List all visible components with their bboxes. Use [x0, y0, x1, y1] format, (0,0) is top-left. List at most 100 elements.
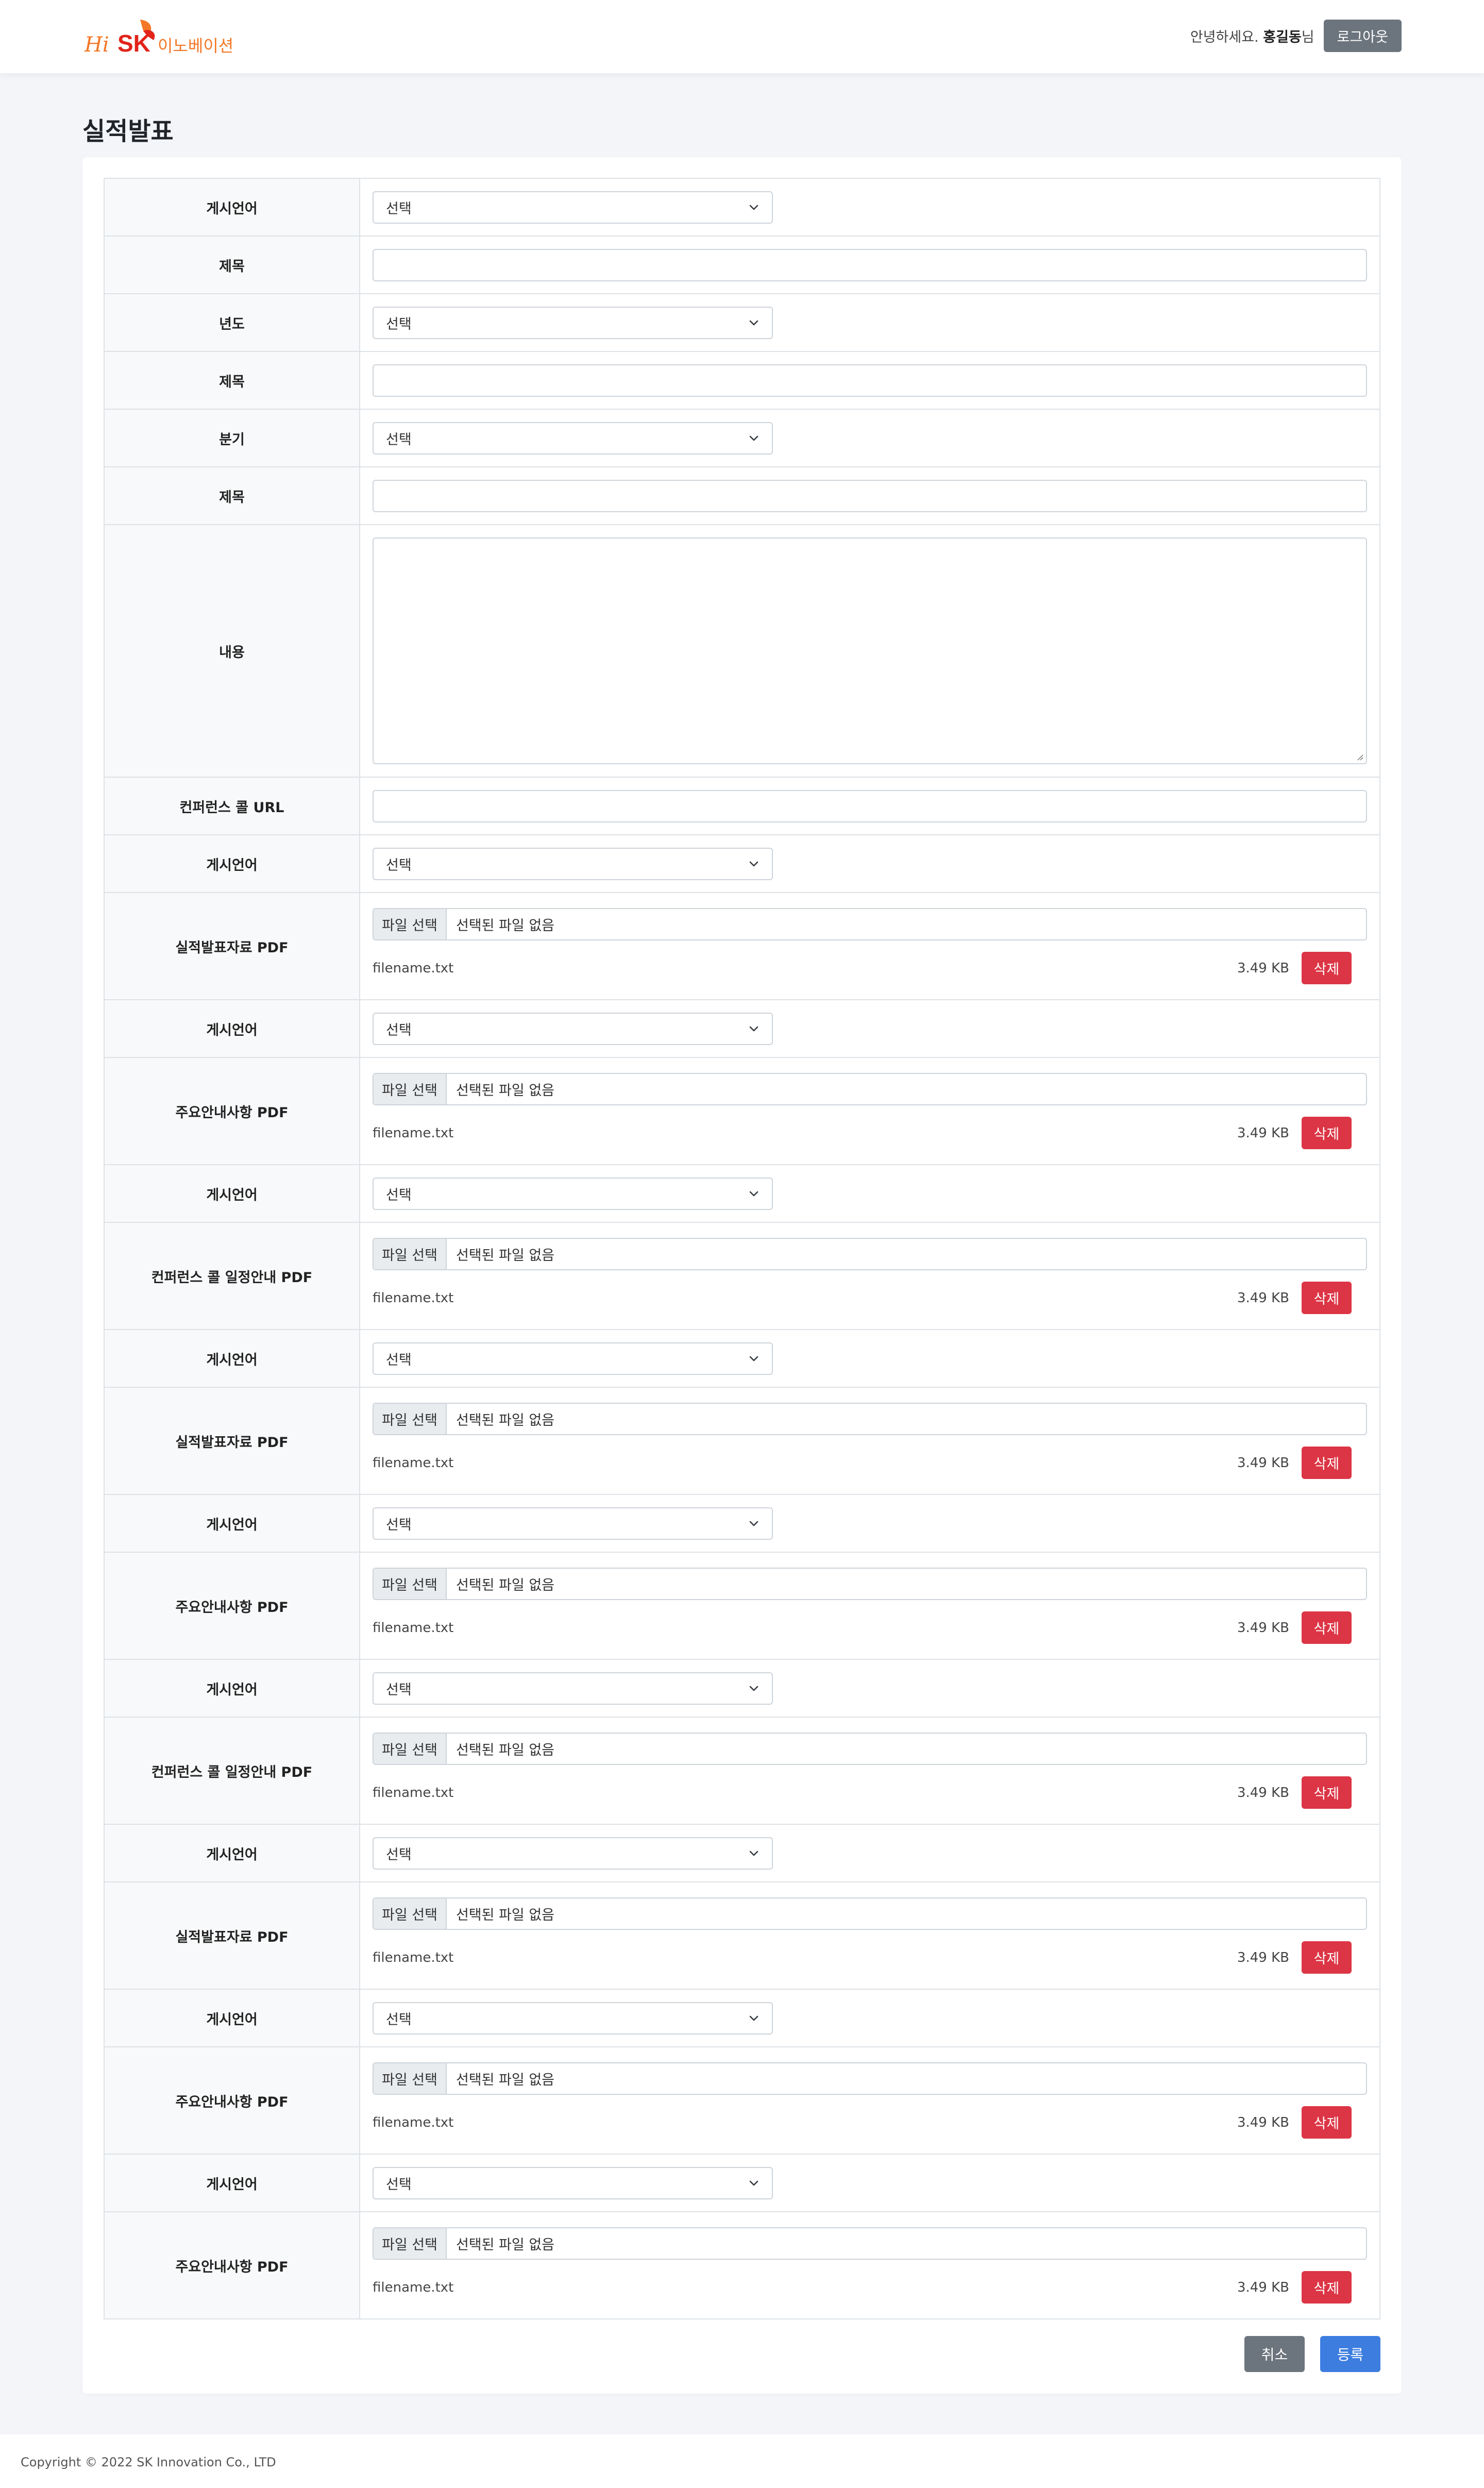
file-size: 3.49 KB	[1237, 1949, 1289, 1965]
field-label: 제목	[105, 237, 360, 293]
year-select[interactable]: 선택	[373, 306, 773, 339]
file-size: 3.49 KB	[1237, 960, 1289, 976]
resize-handle-icon[interactable]	[1355, 752, 1364, 761]
chevron-down-icon	[748, 2177, 760, 2189]
file-input[interactable]: 파일 선택 선택된 파일 없음	[373, 2062, 1367, 2095]
language-select[interactable]: 선택	[373, 1837, 773, 1870]
form-row-quarter: 분기 선택	[105, 410, 1379, 467]
chevron-down-icon	[748, 432, 760, 444]
language-select[interactable]: 선택	[373, 191, 773, 224]
greeting-text: 안녕하세요. 홍길동님	[1190, 29, 1314, 45]
choose-file-button[interactable]: 파일 선택	[374, 1074, 447, 1104]
file-name: filename.txt	[373, 2114, 454, 2130]
delete-file-button[interactable]: 삭제	[1302, 1941, 1352, 1974]
language-select[interactable]: 선택	[373, 2166, 773, 2199]
delete-file-button[interactable]: 삭제	[1302, 2106, 1352, 2139]
logout-button[interactable]: 로그아웃	[1323, 20, 1402, 52]
form-row-language: 게시언어 선택	[105, 179, 1379, 237]
sk-innovation-logo[interactable]: Hi SK 이노베이션	[82, 15, 237, 62]
language-select[interactable]: 선택	[373, 1342, 773, 1375]
cancel-button[interactable]: 취소	[1244, 2336, 1305, 2372]
title-input[interactable]	[373, 479, 1367, 512]
choose-file-button[interactable]: 파일 선택	[374, 1239, 447, 1269]
conference-url-input[interactable]	[373, 789, 1367, 822]
file-input[interactable]: 파일 선택 선택된 파일 없음	[373, 1897, 1367, 1930]
field-label: 컨퍼런스 콜 URL	[105, 778, 360, 834]
select-value: 선택	[386, 1517, 412, 1533]
form-row-title: 제목	[105, 352, 1379, 410]
form-row-language: 게시언어 선택	[105, 1495, 1379, 1553]
file-input[interactable]: 파일 선택 선택된 파일 없음	[373, 2227, 1367, 2260]
attached-file: filename.txt 3.49 KB 삭제	[373, 1117, 1367, 1149]
choose-file-button[interactable]: 파일 선택	[374, 2063, 447, 2094]
submit-button[interactable]: 등록	[1320, 2336, 1380, 2372]
chevron-down-icon	[748, 1518, 760, 1529]
language-select[interactable]: 선택	[373, 1672, 773, 1705]
choose-file-button[interactable]: 파일 선택	[374, 2228, 447, 2259]
form-row-year: 년도 선택	[105, 294, 1379, 352]
choose-file-button[interactable]: 파일 선택	[374, 1898, 447, 1929]
file-status: 선택된 파일 없음	[456, 1248, 554, 1264]
delete-file-button[interactable]: 삭제	[1302, 1282, 1352, 1314]
file-input[interactable]: 파일 선택 선택된 파일 없음	[373, 1733, 1367, 1765]
field-label: 게시언어	[105, 179, 360, 236]
choose-file-button[interactable]: 파일 선택	[374, 1734, 447, 1764]
chevron-down-icon	[748, 858, 760, 869]
file-status: 선택된 파일 없음	[456, 1742, 554, 1758]
file-input[interactable]: 파일 선택 선택된 파일 없음	[373, 1403, 1367, 1435]
field-label: 분기	[105, 410, 360, 466]
select-value: 선택	[386, 857, 412, 873]
language-select[interactable]: 선택	[373, 1507, 773, 1540]
delete-file-button[interactable]: 삭제	[1302, 1611, 1352, 1644]
field-label: 주요안내사항 PDF	[105, 1553, 360, 1659]
file-input[interactable]: 파일 선택 선택된 파일 없음	[373, 908, 1367, 940]
form-row-language: 게시언어 선택	[105, 1000, 1379, 1058]
chevron-down-icon	[748, 1023, 760, 1034]
attached-file: filename.txt 3.49 KB 삭제	[373, 1776, 1367, 1809]
file-name: filename.txt	[373, 1125, 454, 1141]
delete-file-button[interactable]: 삭제	[1302, 1117, 1352, 1149]
language-select[interactable]: 선택	[373, 1012, 773, 1045]
field-label: 게시언어	[105, 1330, 360, 1387]
language-select[interactable]: 선택	[373, 1177, 773, 1210]
file-status: 선택된 파일 없음	[456, 1083, 554, 1099]
quarter-select[interactable]: 선택	[373, 422, 773, 455]
form-card: 게시언어 선택 제목 년도 선택 제목 분기 선택 제목 내용 컨퍼런스 콜 U…	[82, 157, 1402, 2394]
choose-file-button[interactable]: 파일 선택	[374, 909, 447, 939]
form-row-file-upload: 주요안내사항 PDF 파일 선택 선택된 파일 없음 filename.txt 3.49…	[105, 1553, 1379, 1660]
language-select[interactable]: 선택	[373, 847, 773, 880]
select-value: 선택	[386, 1846, 412, 1863]
choose-file-button[interactable]: 파일 선택	[374, 1404, 447, 1434]
form-row-file-upload: 실적발표자료 PDF 파일 선택 선택된 파일 없음 filename.txt 3.49…	[105, 1388, 1379, 1495]
form-row-title: 제목	[105, 237, 1379, 294]
delete-file-button[interactable]: 삭제	[1302, 2271, 1352, 2304]
language-select[interactable]: 선택	[373, 2002, 773, 2035]
form-row-content: 내용	[105, 525, 1379, 778]
title-input[interactable]	[373, 248, 1367, 281]
file-size: 3.49 KB	[1237, 1455, 1289, 1471]
file-input[interactable]: 파일 선택 선택된 파일 없음	[373, 1238, 1367, 1270]
field-label: 실적발표자료 PDF	[105, 1882, 360, 1989]
file-name: filename.txt	[373, 1620, 454, 1636]
form-row-file-upload: 주요안내사항 PDF 파일 선택 선택된 파일 없음 filename.txt 3.49…	[105, 2047, 1379, 2155]
file-status: 선택된 파일 없음	[456, 1577, 554, 1593]
file-input[interactable]: 파일 선택 선택된 파일 없음	[373, 1568, 1367, 1600]
form-row-file-upload: 주요안내사항 PDF 파일 선택 선택된 파일 없음 filename.txt 3.49…	[105, 1058, 1379, 1165]
delete-file-button[interactable]: 삭제	[1302, 1776, 1352, 1809]
content-textarea[interactable]	[373, 537, 1367, 764]
delete-file-button[interactable]: 삭제	[1302, 1447, 1352, 1479]
choose-file-button[interactable]: 파일 선택	[374, 1569, 447, 1599]
file-size: 3.49 KB	[1237, 1290, 1289, 1306]
form-row-language: 게시언어 선택	[105, 1990, 1379, 2047]
file-status: 선택된 파일 없음	[456, 918, 554, 934]
file-status: 선택된 파일 없음	[456, 1413, 554, 1428]
delete-file-button[interactable]: 삭제	[1302, 952, 1352, 984]
select-value: 선택	[386, 1352, 412, 1368]
field-label: 게시언어	[105, 835, 360, 892]
field-label: 게시언어	[105, 1660, 360, 1717]
form-row-file-upload: 컨퍼런스 콜 일정안내 PDF 파일 선택 선택된 파일 없음 filename.tx…	[105, 1223, 1379, 1330]
field-label: 게시언어	[105, 1165, 360, 1222]
file-input[interactable]: 파일 선택 선택된 파일 없음	[373, 1073, 1367, 1105]
svg-text:Hi: Hi	[84, 33, 109, 57]
title-input[interactable]	[373, 364, 1367, 397]
